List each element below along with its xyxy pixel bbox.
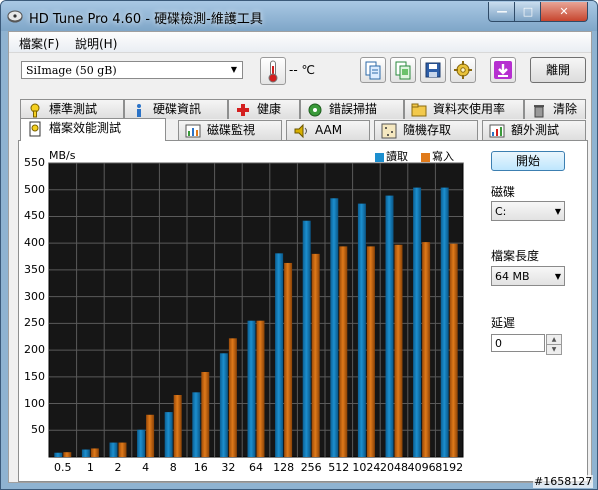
- start-button[interactable]: 開始: [491, 151, 565, 171]
- app-window: HD Tune Pro 4.60 - 硬碟檢測-維護工具 — □ ✕ 檔案(F)…: [0, 0, 598, 490]
- read-bar: [275, 253, 284, 457]
- file-length-value: 64 MB: [495, 270, 530, 283]
- write-bar: [146, 414, 155, 457]
- y-tick-label: 300: [24, 289, 45, 303]
- x-tick-label: 128: [273, 461, 295, 474]
- write-bar: [228, 338, 237, 457]
- read-bar: [54, 452, 63, 457]
- delay-input[interactable]: 0: [491, 334, 545, 352]
- write-bar: [449, 243, 458, 457]
- x-tick-label: 8: [169, 461, 177, 474]
- write-bar: [422, 242, 431, 457]
- read-bar: [357, 203, 366, 457]
- read-bar: [219, 353, 228, 457]
- read-bar: [385, 195, 394, 457]
- watermark: #1658127: [533, 475, 594, 488]
- file-benchmark-icon: [29, 121, 41, 137]
- y-tick-label: 250: [24, 316, 45, 330]
- x-tick-label: 2048: [380, 461, 408, 474]
- read-bar: [247, 320, 256, 457]
- chevron-down-icon: ▼: [554, 272, 561, 281]
- x-tick-label: 64: [249, 461, 263, 474]
- x-tick-label: 4: [142, 461, 150, 474]
- read-bar: [109, 442, 118, 457]
- x-tick-label: 256: [300, 461, 322, 474]
- x-tick-label: 32: [221, 461, 236, 474]
- write-bar: [90, 448, 99, 457]
- y-tick-label: 350: [24, 262, 45, 276]
- x-tick-label: 512: [328, 461, 350, 474]
- delay-down-button[interactable]: ▼: [546, 344, 562, 355]
- drive-letter-value: C:: [495, 205, 507, 218]
- chevron-down-icon: ▼: [554, 207, 561, 216]
- write-bar: [366, 246, 375, 457]
- write-bar: [339, 246, 348, 457]
- x-tick-label: 1: [86, 461, 94, 474]
- x-tick-label: 16: [193, 461, 208, 474]
- y-tick-label: 150: [24, 369, 45, 383]
- y-tick-label: 50: [31, 423, 45, 437]
- read-bar: [164, 412, 173, 457]
- x-tick-label: 4096: [407, 461, 436, 474]
- write-bar: [311, 253, 320, 457]
- write-bar: [201, 372, 210, 457]
- read-bar: [302, 220, 311, 457]
- write-bar: [256, 320, 265, 457]
- write-bar: [173, 394, 182, 457]
- read-bar: [137, 429, 146, 457]
- write-bar: [284, 262, 293, 457]
- y-tick-label: 550: [24, 156, 45, 169]
- write-bar: [118, 442, 127, 457]
- x-tick-label: 8192: [435, 461, 464, 474]
- drive-letter-select[interactable]: C: ▼: [491, 201, 565, 221]
- read-bar: [440, 187, 449, 457]
- x-tick-label: 2: [114, 461, 122, 474]
- drive-label: 磁碟: [491, 185, 516, 199]
- read-bar: [81, 449, 90, 457]
- write-bar: [63, 452, 72, 457]
- tab-label: 檔案效能測試: [49, 121, 122, 135]
- read-bar: [330, 198, 339, 457]
- write-bar: [394, 244, 403, 457]
- y-tick-label: 100: [24, 396, 45, 410]
- read-bar: [192, 392, 201, 457]
- file-length-select[interactable]: 64 MB ▼: [491, 266, 565, 286]
- benchmark-chart: [48, 162, 464, 458]
- y-tick-label: 450: [24, 209, 45, 223]
- file-length-label: 檔案長度: [491, 249, 540, 263]
- x-tick-label: 0.5: [54, 461, 72, 474]
- y-tick-label: 400: [24, 236, 45, 250]
- delay-label: 延遲: [491, 316, 516, 330]
- read-bar: [413, 187, 422, 457]
- y-tick-label: 200: [24, 343, 45, 357]
- tab-file-benchmark[interactable]: 檔案效能測試: [20, 118, 166, 141]
- x-tick-label: 1024: [352, 461, 381, 474]
- y-tick-label: 500: [24, 182, 45, 196]
